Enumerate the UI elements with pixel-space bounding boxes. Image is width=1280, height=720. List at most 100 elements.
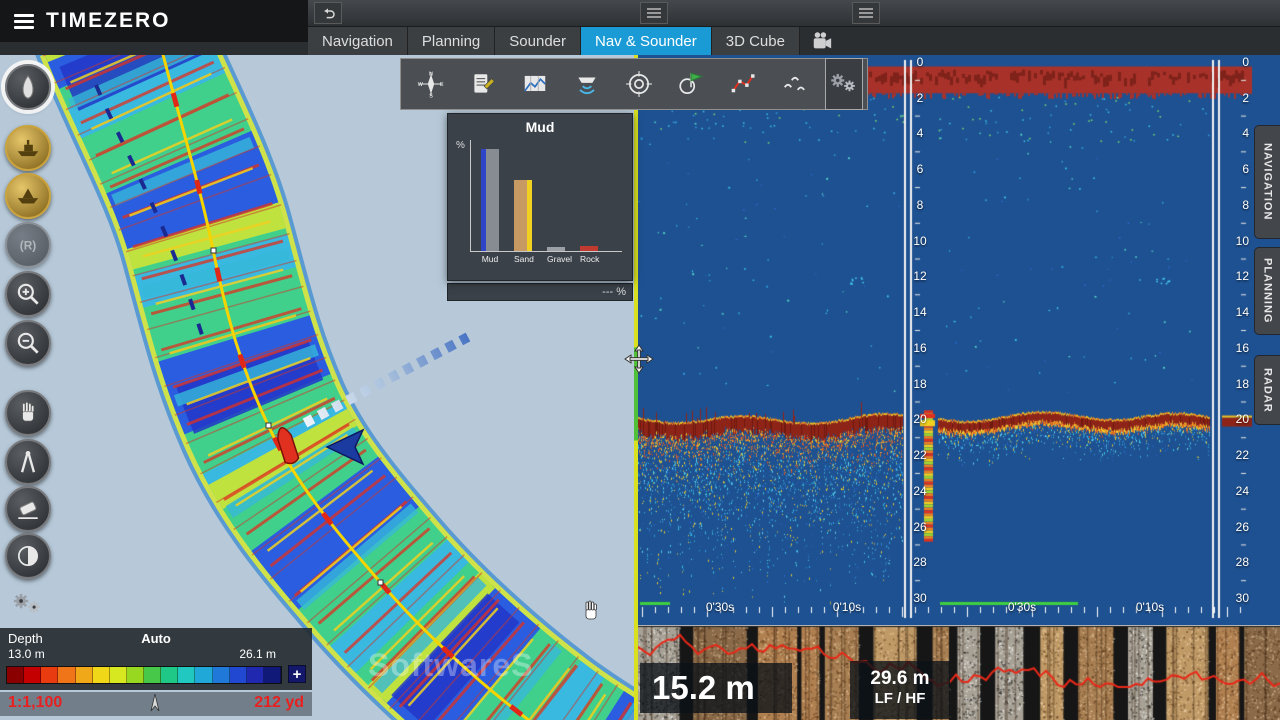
- quick-access-strip: [308, 0, 1280, 27]
- depth-tick-label: 28: [1214, 555, 1252, 569]
- probe-value-readout: --- %: [447, 283, 633, 301]
- side-tab-navigation[interactable]: NAVIGATION: [1254, 125, 1280, 239]
- time-label: 0'10s: [820, 600, 874, 614]
- waypoint-flag-button[interactable]: [665, 61, 717, 107]
- gears-button[interactable]: [5, 582, 51, 628]
- bar-group: [471, 140, 621, 251]
- tab-planning[interactable]: Planning: [408, 27, 495, 55]
- tab-navigation[interactable]: Navigation: [308, 27, 408, 55]
- camera-button[interactable]: [810, 27, 834, 55]
- depth-tick-label: 30: [1214, 591, 1252, 605]
- split-view-divider[interactable]: [634, 55, 638, 720]
- side-tab-radar[interactable]: RADAR: [1254, 355, 1280, 425]
- waypoint-marker: [211, 248, 216, 253]
- depth-color-cell: [41, 667, 58, 683]
- depth-tick-label: 22: [1214, 448, 1252, 462]
- bar-gravel: [547, 247, 565, 251]
- depth-tick-label: 30: [903, 591, 937, 605]
- depth-tick-label: 2: [1214, 91, 1252, 105]
- workspace-tab-bar: Navigation Planning Sounder Nav & Sounde…: [308, 27, 1280, 55]
- depth-tick-label: 12: [903, 269, 937, 283]
- app-logo[interactable]: TIMEZERO: [0, 0, 308, 42]
- bar-mud: [481, 149, 499, 251]
- legend-expand-button[interactable]: +: [288, 665, 306, 683]
- depth-tick-label: 4: [903, 126, 937, 140]
- depth-tick-label: 24: [903, 484, 937, 498]
- echo-sounder-panel[interactable]: 024681012141618202224262830 024681012141…: [638, 55, 1280, 720]
- compass-rose-button[interactable]: N SW E: [405, 61, 457, 107]
- scale-distance: 212 yd: [254, 694, 304, 712]
- chart-import-button[interactable]: [509, 61, 561, 107]
- sounder-boat-button[interactable]: [561, 61, 613, 107]
- bar-label: Gravel: [547, 254, 565, 264]
- depth-color-cell: [144, 667, 161, 683]
- panel-handle-button[interactable]: [852, 2, 880, 24]
- depth-tick-label: 20: [1214, 412, 1252, 426]
- app-header: TIMEZERO Navigation Planning Sounder Nav…: [0, 0, 1280, 55]
- depth-color-cell: [213, 667, 230, 683]
- undo-icon: [319, 5, 337, 21]
- tab-sounder[interactable]: Sounder: [495, 27, 581, 55]
- divider-tool-button[interactable]: [5, 439, 51, 485]
- svg-text:S: S: [429, 93, 433, 98]
- svg-text:W: W: [418, 82, 424, 88]
- time-label: 0'10s: [1123, 600, 1177, 614]
- frequency-mode[interactable]: LF / HF: [850, 690, 950, 707]
- depth-color-cell: [195, 667, 212, 683]
- depth-color-cell: [264, 667, 281, 683]
- shade-button[interactable]: [5, 533, 51, 579]
- record-button[interactable]: (R): [5, 222, 51, 268]
- depth-tick-label: 10: [903, 234, 937, 248]
- north-needle-icon: [148, 694, 162, 712]
- depth-tick-label: 6: [1214, 162, 1252, 176]
- depth-color-scale: [6, 666, 282, 684]
- secondary-depth-readout: 29.6 m LF / HF: [850, 661, 950, 719]
- own-ship-button[interactable]: [5, 64, 51, 110]
- map-tool-column: (R): [3, 58, 55, 658]
- eraser-button[interactable]: [5, 486, 51, 532]
- depth-tick-label: 4: [1214, 126, 1252, 140]
- target-button[interactable]: [613, 61, 665, 107]
- bar-labels: MudSandGravelRock: [471, 254, 621, 264]
- zoom-in-button[interactable]: [5, 271, 51, 317]
- handle-icon: [859, 8, 873, 18]
- bottom-classification-popup: Mud % MudSandGravelRock --- %: [447, 113, 633, 301]
- tab-nav-sounder[interactable]: Nav & Sounder: [581, 27, 712, 55]
- panel-handle-button[interactable]: [640, 2, 668, 24]
- depth-color-cell: [24, 667, 41, 683]
- depth-color-cell: [178, 667, 195, 683]
- marks-button[interactable]: [769, 61, 821, 107]
- time-label: 0'30s: [693, 600, 747, 614]
- zoom-out-button[interactable]: [5, 320, 51, 366]
- depth-tick-label: 8: [903, 198, 937, 212]
- hamburger-icon[interactable]: [14, 11, 34, 32]
- toolbar-options-button[interactable]: [825, 58, 863, 110]
- waypoint-marker: [378, 580, 383, 585]
- chart-toolbar: N SW E: [400, 58, 868, 110]
- depth-tick-label: 16: [903, 341, 937, 355]
- depth-tick-label: 18: [1214, 377, 1252, 391]
- depth-scale-left: 024681012141618202224262830: [903, 55, 937, 598]
- depth-tick-label: 0: [903, 55, 937, 69]
- x-axis: [470, 251, 622, 252]
- route-pencil-button[interactable]: [717, 61, 769, 107]
- svg-text:E: E: [440, 82, 444, 88]
- notes-button[interactable]: [457, 61, 509, 107]
- depth-color-cell: [127, 667, 144, 683]
- ship-gold-button[interactable]: [5, 125, 51, 171]
- tab-3d-cube[interactable]: 3D Cube: [712, 27, 800, 55]
- undo-button[interactable]: [314, 2, 342, 24]
- pan-hand-button[interactable]: [5, 390, 51, 436]
- echogram-canvas[interactable]: [638, 55, 1280, 625]
- depth-color-cell: [110, 667, 127, 683]
- ship-silhouette-button[interactable]: [5, 173, 51, 219]
- depth-scale-right: 024681012141618202224262830: [1214, 55, 1252, 598]
- side-tab-planning[interactable]: PLANNING: [1254, 247, 1280, 335]
- depth-tick-label: 20: [903, 412, 937, 426]
- depth-tick-label: 26: [1214, 520, 1252, 534]
- popup-title: Mud: [448, 114, 632, 135]
- depth-tick-label: 0: [1214, 55, 1252, 69]
- depth-tick-label: 10: [1214, 234, 1252, 248]
- svg-text:N: N: [429, 71, 433, 77]
- depth-tick-label: 2: [903, 91, 937, 105]
